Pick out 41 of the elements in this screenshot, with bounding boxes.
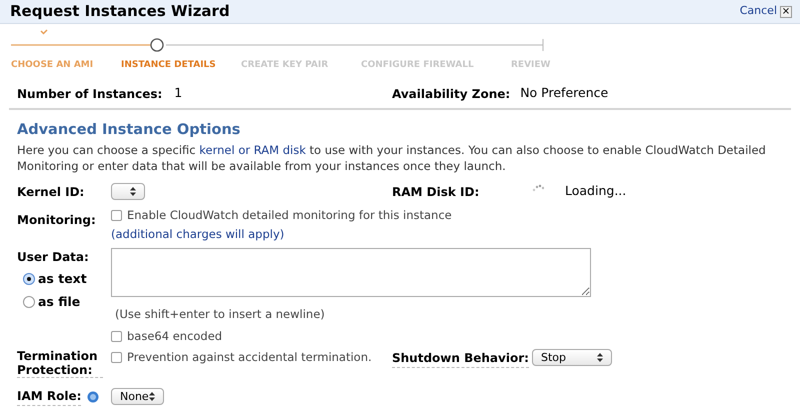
checkbox[interactable] <box>111 331 122 342</box>
shutdown-select[interactable]: Stop <box>532 349 612 366</box>
close-button[interactable]: × <box>780 6 792 18</box>
radio-label: as text <box>38 270 87 288</box>
window-title: Request Instances Wizard <box>10 1 230 22</box>
section-heading: Advanced Instance Options <box>17 120 242 140</box>
cancel-link[interactable]: Cancel <box>740 3 777 20</box>
iam-role-select[interactable]: None <box>111 388 164 406</box>
updown-icon <box>130 186 136 196</box>
checkbox-label: Prevention against accidental termination. <box>127 349 372 366</box>
radio-button[interactable] <box>23 273 35 286</box>
field-label: Monitoring: <box>17 213 96 228</box>
field-value: No Preference <box>520 84 608 102</box>
checkbox[interactable] <box>111 210 122 222</box>
loading-text: Loading... <box>565 182 626 200</box>
field-label: Termination Protection: <box>17 349 103 378</box>
field-label: RAM Disk ID: <box>392 185 480 200</box>
field-value: 1 <box>174 84 182 102</box>
field-label: Kernel ID: <box>17 185 84 200</box>
user-data-field[interactable] <box>111 248 591 297</box>
field-label: Shutdown Behavior: <box>392 349 529 368</box>
checkbox-label: Enable CloudWatch detailed monitoring for this instance <box>127 207 452 224</box>
wizard-step: CHOOSE AN AMI <box>11 59 121 72</box>
help-icon[interactable] <box>87 390 100 403</box>
updown-icon <box>597 353 603 362</box>
kernel-ram-disk-link[interactable]: kernel or RAM disk <box>199 143 306 158</box>
charges-link[interactable]: (additional charges will apply) <box>111 226 452 243</box>
intro-text: Here you can choose a specific kernel or RAM disk to use with your instances. You can also choose to enable CloudWatch Detailed Monitoring or enter data that will be available from your instances once they launch. <box>17 142 767 174</box>
field-label: User Data: <box>17 248 90 266</box>
radio-label: as file <box>38 292 80 310</box>
checkbox-label: base64 encoded <box>127 328 222 345</box>
field-label: IAM Role: <box>17 387 82 406</box>
wizard-step: INSTANCE DETAILS <box>121 59 241 72</box>
field-label: Number of Instances: <box>17 86 162 102</box>
updown-icon <box>149 392 155 402</box>
checkbox[interactable] <box>111 352 122 364</box>
hint-text: (Use shift+enter to insert a newline) <box>114 306 326 323</box>
field-label: Availability Zone: <box>392 86 510 102</box>
kernel-select[interactable] <box>111 182 145 200</box>
radio-button[interactable] <box>23 296 35 308</box>
loading-spinner-icon <box>532 184 544 192</box>
